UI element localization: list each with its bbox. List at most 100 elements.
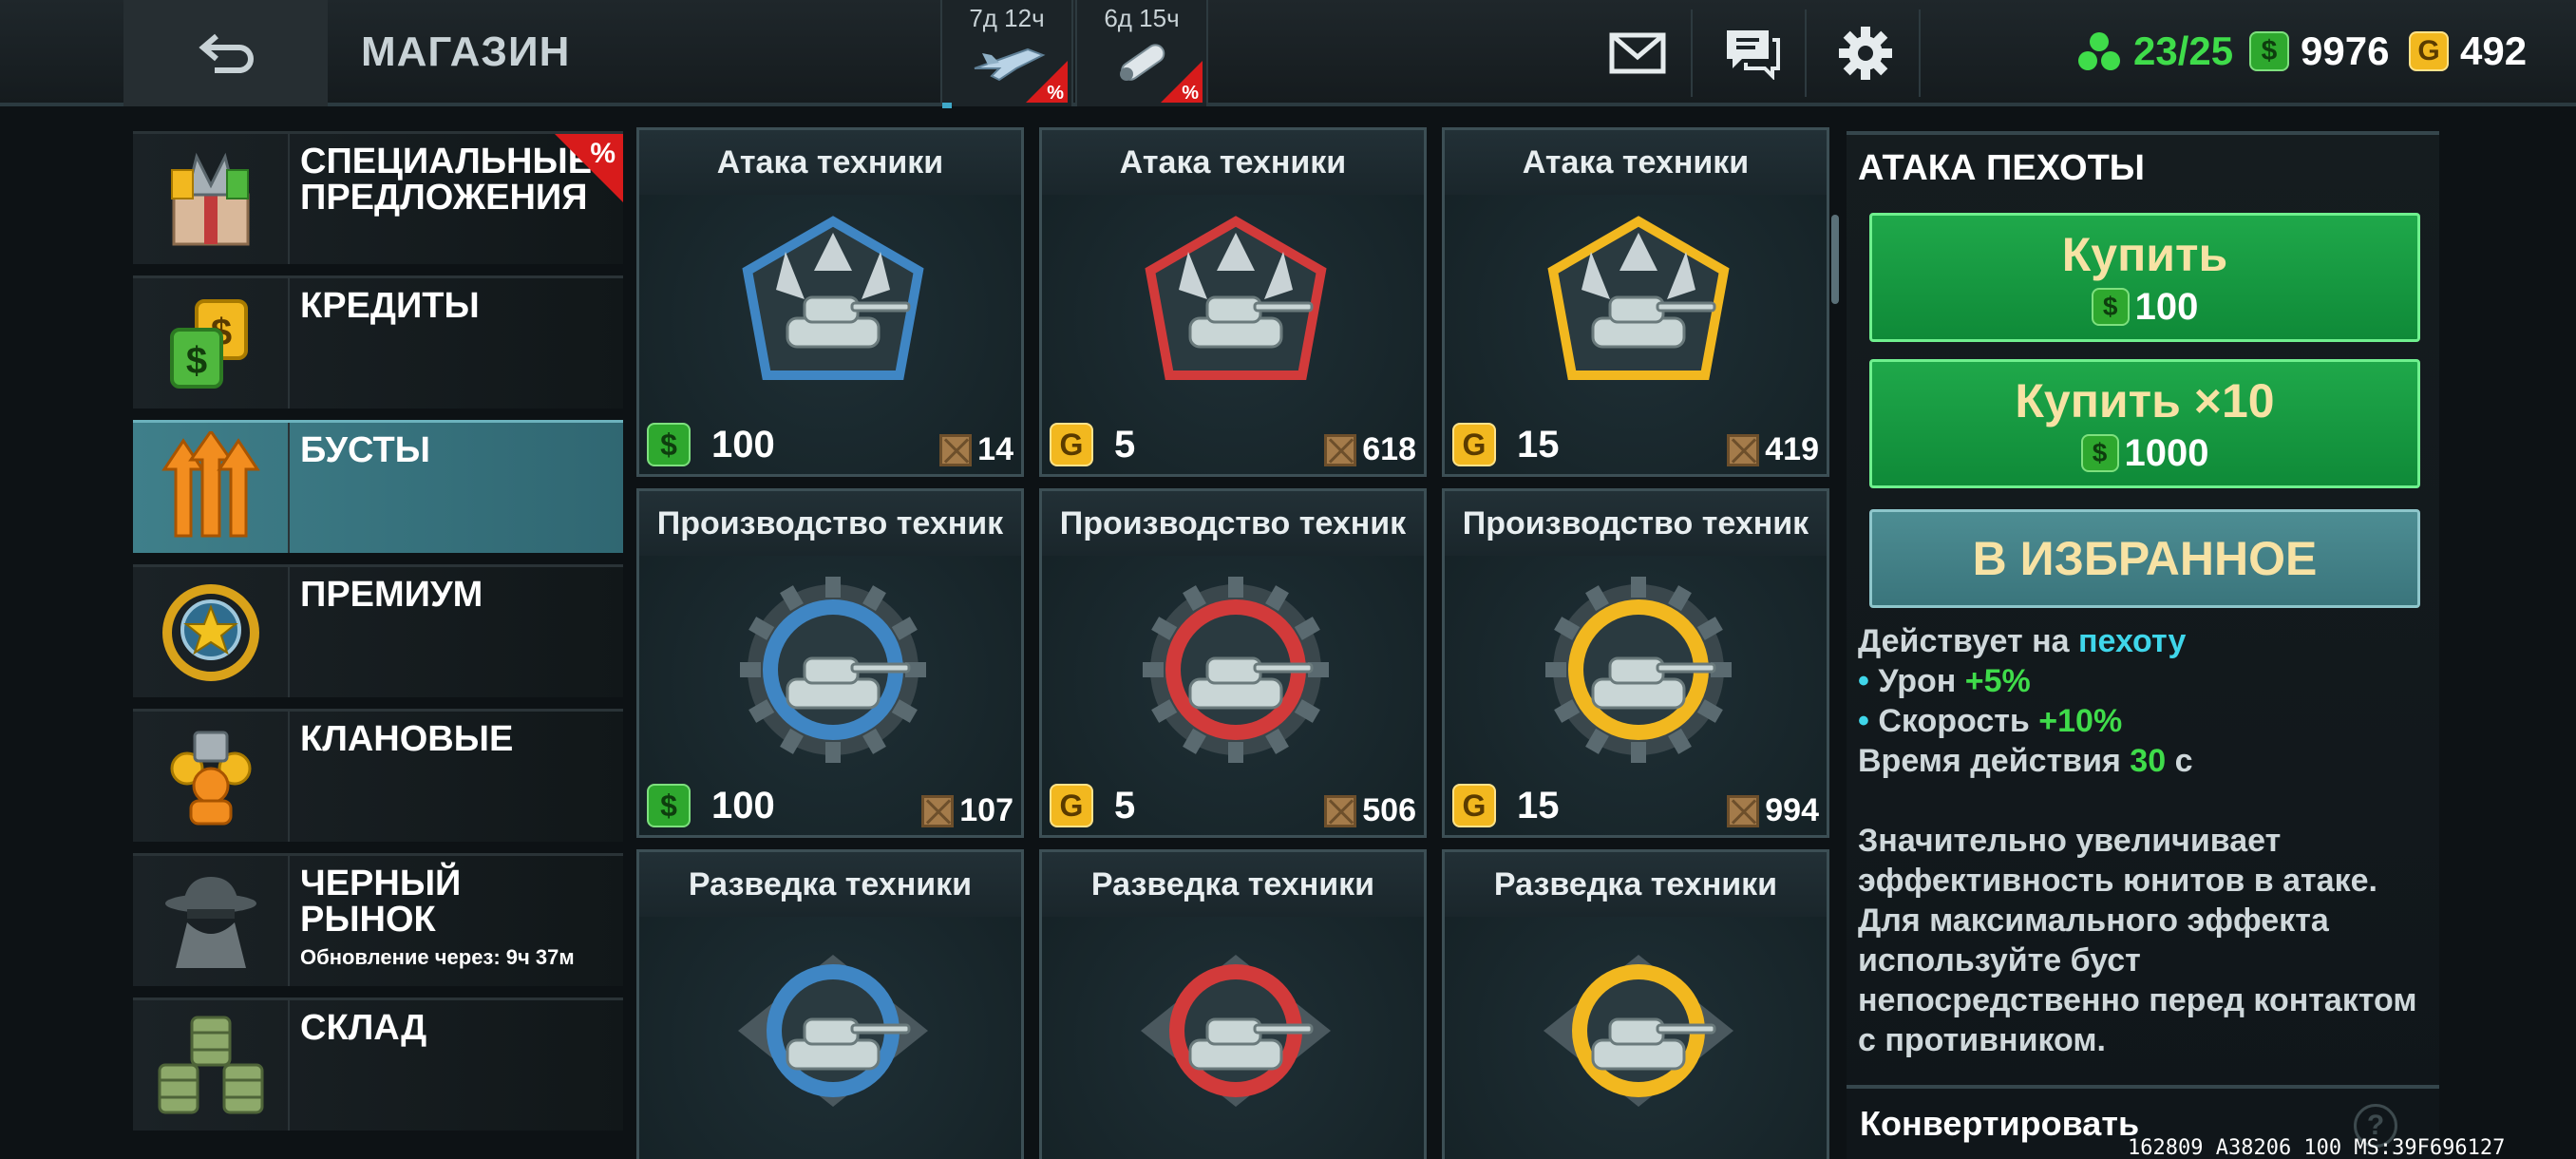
duration-unit: с: [2174, 743, 2193, 779]
boost-card-title: Разведка техники: [1445, 852, 1827, 917]
production-boost-badge-icon: [1545, 577, 1732, 763]
gold-icon: G: [2409, 31, 2449, 71]
menu-label: СКЛАД: [300, 1008, 427, 1048]
buy-price-value: 100: [2134, 285, 2199, 328]
black-market-refresh-timer: Обновление через: 9ч 37м: [300, 945, 575, 969]
boost-card-title: Производство техник: [1042, 491, 1424, 556]
stat-label: Скорость: [1878, 703, 2030, 739]
boost-card-title: Разведка техники: [1042, 852, 1424, 917]
duration-line: Время действия 30 с: [1858, 741, 2428, 781]
spy-icon: [164, 876, 256, 968]
add-to-favorites-button[interactable]: В ИЗБРАННОЕ: [1869, 509, 2420, 608]
owned-count-value: 506: [1362, 792, 1416, 828]
buy-price: $ 100: [2091, 285, 2199, 329]
menu-label: СПЕЦИАЛЬНЫЕ ПРЕДЛОЖЕНИЯ: [300, 142, 593, 218]
menu-item-credits[interactable]: $ $ КРЕДИТЫ: [133, 276, 623, 408]
boost-price-value: 15: [1517, 423, 1560, 466]
boost-card[interactable]: Разведка техникиG: [1039, 849, 1427, 1159]
owned-count: 618: [1324, 431, 1416, 468]
menu-item-clan[interactable]: КЛАНОВЫЕ: [133, 709, 623, 842]
boost-card-title: Атака техники: [639, 130, 1021, 195]
boost-price-value: 5: [1114, 784, 1136, 826]
boost-price: G5: [1050, 423, 1135, 466]
gold-icon: G: [1050, 784, 1093, 827]
cash-icon: $: [2091, 288, 2130, 326]
offer-jet[interactable]: 7д 12ч %: [940, 0, 1073, 106]
boost-card[interactable]: Атака техники G 5 618: [1039, 127, 1427, 477]
mail-button[interactable]: [1607, 23, 1668, 84]
gift-box-icon: [170, 152, 249, 245]
boost-card[interactable]: Производство техник G 15 994: [1442, 488, 1829, 838]
owned-count-value: 419: [1765, 431, 1819, 467]
energy-counter[interactable]: 23/25: [2076, 28, 2233, 74]
menu-item-premium[interactable]: ПРЕМИУМ: [133, 564, 623, 697]
menu-icon-box: [133, 134, 290, 264]
buy-x10-button-label: Купить ×10: [2015, 373, 2275, 428]
scrollbar[interactable]: [1831, 215, 1839, 304]
applies-to-line: Действует на пехоту: [1858, 621, 2428, 661]
divider: [1919, 10, 1921, 97]
offer-timer: 7д 12ч: [969, 4, 1045, 32]
boost-card-title: Производство техник: [639, 491, 1021, 556]
energy-icon: [2078, 32, 2120, 70]
boost-price: G 15: [1452, 423, 1560, 466]
gold-counter[interactable]: G 492: [2409, 28, 2527, 74]
owned-count-value: 618: [1362, 431, 1416, 467]
cash-icon: $: [2080, 434, 2119, 472]
stat-label: Урон: [1878, 663, 1957, 699]
menu-icon-box: $ $: [133, 278, 290, 408]
premium-star-icon: [161, 583, 259, 681]
boost-price: $100: [647, 784, 775, 827]
menu-label: КРЕДИТЫ: [300, 286, 480, 326]
menu-item-black-market[interactable]: ЧЕРНЫЙ РЫНОК Обновление через: 9ч 37м: [133, 853, 623, 986]
boost-price: $100: [647, 423, 775, 466]
gold-icon: G: [1452, 423, 1496, 466]
cash-value: 9976: [2301, 28, 2390, 73]
menu-item-special-offers[interactable]: СПЕЦИАЛЬНЫЕ ПРЕДЛОЖЕНИЯ %: [133, 131, 623, 264]
menu-item-boosts[interactable]: БУСТЫ: [133, 420, 623, 553]
debug-build-info: 162809 A38206 100 MS:39F696127: [2128, 1136, 2506, 1159]
menu-label: КЛАНОВЫЕ: [300, 719, 514, 759]
boost-card[interactable]: Разведка техники$: [636, 849, 1024, 1159]
boost-items-grid: Атака техники $100 14 Атака техники G 5 618 Ата…: [636, 127, 1831, 1159]
boost-card[interactable]: Атака техники G 15 419: [1442, 127, 1829, 477]
convert-label: Конвертировать: [1860, 1104, 2140, 1143]
buy-x10-button[interactable]: Купить ×10 $ 1000: [1869, 359, 2420, 488]
buy-button[interactable]: Купить $ 100: [1869, 213, 2420, 342]
buy-x10-price-value: 1000: [2124, 431, 2209, 474]
menu-label: БУСТЫ: [300, 430, 430, 470]
crate-icon: [1727, 433, 1760, 466]
chat-button[interactable]: [1721, 23, 1782, 84]
menu-label: ЧЕРНЫЙ РЫНОК: [300, 864, 462, 940]
boost-card[interactable]: Производство техник G 5 506: [1039, 488, 1427, 838]
boost-arrows-icon: [161, 430, 260, 537]
owned-count-value: 107: [959, 792, 1013, 828]
cash-counter[interactable]: $ 9976: [2249, 28, 2389, 74]
offer-missile[interactable]: 6д 15ч %: [1075, 0, 1208, 106]
crate-icon: [1324, 433, 1357, 466]
boost-price-value: 5: [1114, 423, 1136, 466]
boost-card[interactable]: Разведка техникиG: [1442, 849, 1829, 1159]
boost-description: Значительно увеличивает эффективность юн…: [1858, 823, 2417, 1058]
settings-button[interactable]: [1835, 23, 1896, 84]
cash-icon: $: [2249, 31, 2289, 71]
menu-icon-box: [133, 712, 290, 842]
boost-card-title: Атака техники: [1042, 130, 1424, 195]
boost-card-title: Производство техник: [1445, 491, 1827, 556]
menu-label: ПРЕМИУМ: [300, 575, 483, 615]
attack-boost-badge-icon: [1547, 216, 1730, 380]
gold-icon: G: [1452, 784, 1496, 827]
boost-price: G 15: [1452, 784, 1560, 827]
back-button[interactable]: [123, 0, 328, 106]
chat-icon: [1727, 30, 1780, 80]
owned-count: 506: [1324, 792, 1416, 829]
boost-card[interactable]: Атака техники $100 14: [636, 127, 1024, 477]
menu-item-storage[interactable]: СКЛАД: [133, 998, 623, 1130]
menu-icon-box: [133, 567, 290, 697]
owned-count-value: 14: [977, 431, 1013, 467]
stat-speed: • Скорость +10%: [1858, 703, 2123, 739]
owned-count: 994: [1727, 792, 1819, 829]
owned-count: 107: [921, 792, 1013, 829]
production-boost-badge-icon: [740, 577, 926, 763]
boost-card[interactable]: Производство техник $100 107: [636, 488, 1024, 838]
